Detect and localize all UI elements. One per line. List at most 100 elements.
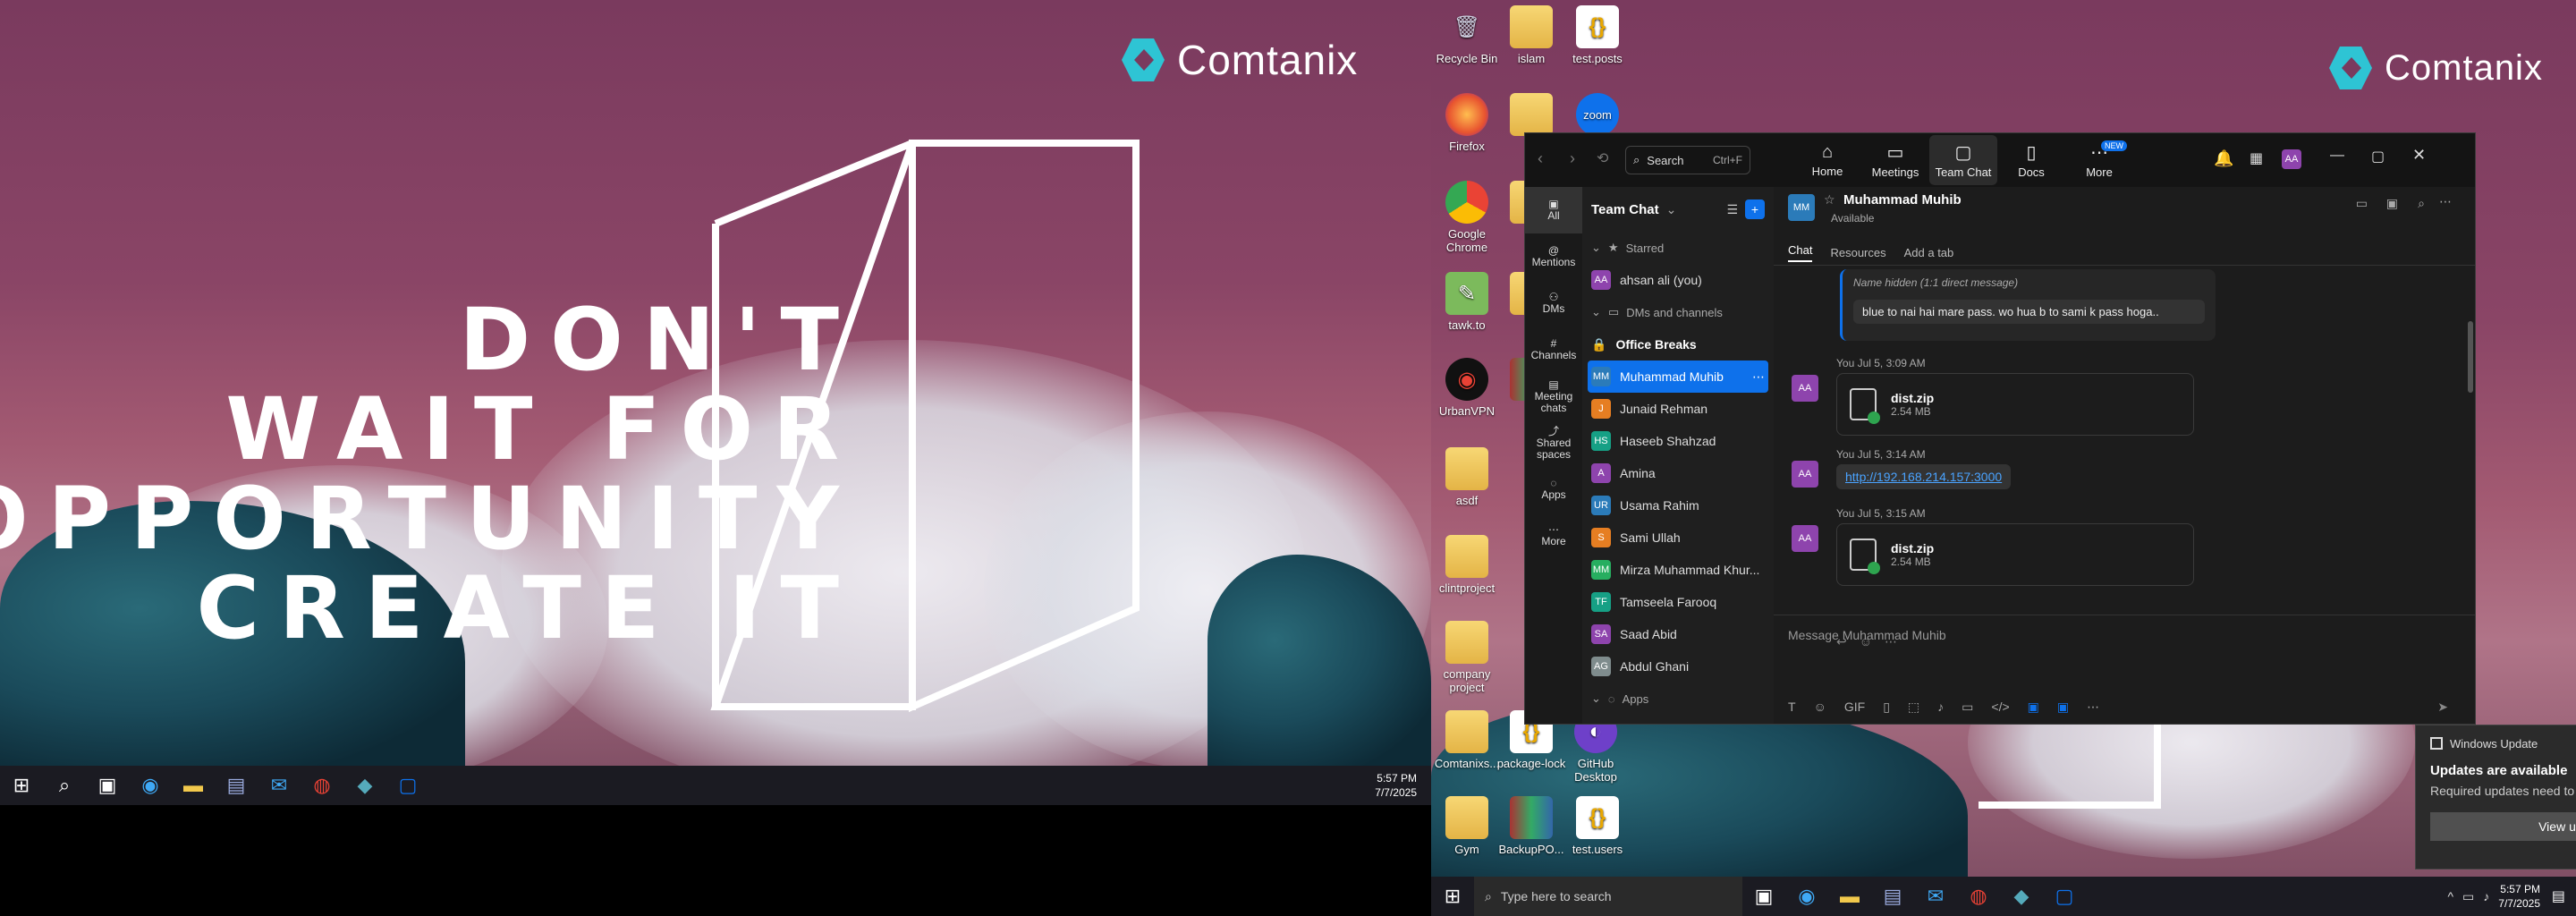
sidebar-item-contact[interactable]: MM Mirza Muhammad Khur... [1582,554,1774,586]
video-message-icon[interactable]: ▭ [1962,700,1973,715]
tab-chat[interactable]: Chat [1788,243,1813,262]
search-icon[interactable]: ⌕ [43,766,86,805]
nav-meetings[interactable]: ▭ Meetings [1861,135,1929,185]
desktop-icon-islam[interactable]: islam [1496,5,1567,65]
zoom-icon[interactable]: ▢ [2043,877,2086,916]
desktop-icon-company-project[interactable]: company project [1431,621,1503,694]
chat-scrollbar[interactable] [2468,321,2473,393]
desktop-icon-firefox[interactable]: Firefox [1431,93,1503,153]
emoji-icon[interactable]: ☺ [1814,700,1826,715]
desktop-icon-chrome[interactable]: Google Chrome [1431,181,1503,254]
maximize-icon[interactable]: ▢ [2371,148,2385,165]
close-icon[interactable]: ✕ [2412,146,2426,165]
more-options-icon[interactable]: ⋯ [2439,194,2452,209]
sidebar-item-contact[interactable]: TF Tamseela Farooq [1582,586,1774,618]
desktop-icon-test-posts[interactable]: {} test.posts [1562,5,1633,65]
forward-icon[interactable]: › [1570,149,1575,168]
tab-resources[interactable]: Resources [1830,246,1885,259]
desktop-icon-clintproject[interactable]: clintproject [1431,535,1503,595]
sidebar-item-contact[interactable]: SA Saad Abid [1582,618,1774,650]
sidebar-item-channel[interactable]: 🔒 Office Breaks [1582,328,1774,360]
app-icon[interactable]: ◆ [2000,877,2043,916]
sidebar-item-contact[interactable]: S Sami Ullah [1582,522,1774,554]
nav-team-chat[interactable]: ▢ Team Chat [1929,135,1997,185]
more-icon[interactable]: ⋯ [2087,700,2099,715]
app-icon[interactable]: ◆ [343,766,386,805]
sidebar-item-contact[interactable]: UR Usama Rahim [1582,489,1774,522]
format-icon[interactable]: T [1788,700,1796,715]
search-box[interactable]: ⌕ Search Ctrl+F [1625,146,1750,174]
edge-icon[interactable]: ◉ [1785,877,1828,916]
gif-icon[interactable]: GIF [1844,700,1865,715]
more-options-icon[interactable]: ⋯ [1752,369,1765,385]
history-icon[interactable]: ⟲ [1597,149,1608,167]
sidebar-item-contact[interactable]: MM Muhammad Muhib ⋯ [1588,360,1768,393]
desktop-icon-tawk[interactable]: ✎ tawk.to [1431,272,1503,332]
filter-icon[interactable]: ☰ [1726,202,1738,217]
rail-channels[interactable]: # Channels [1525,327,1582,373]
taskbar-search[interactable]: ⌕ Type here to search [1474,877,1742,916]
app-icon[interactable]: ▣ [2057,700,2069,715]
contact-name[interactable]: Muhammad Muhib [1843,192,1962,208]
system-clock[interactable]: 5:57 PM 7/7/2025 [2498,882,2540,911]
system-clock[interactable]: 5:57 PM 7/7/2025 [1375,771,1417,800]
file-attachment[interactable]: dist.zip 2.54 MB [1836,373,2194,436]
screenshot-icon[interactable]: ⬚ [1908,700,1919,715]
back-icon[interactable]: ‹ [1538,149,1543,168]
chevron-up-icon[interactable]: ^ [2447,889,2453,904]
sidebar-item-contact[interactable]: HS Haseeb Shahzad [1582,425,1774,457]
sidebar-item-contact[interactable]: J Junaid Rehman [1582,393,1774,425]
chrome-icon[interactable]: ◍ [301,766,343,805]
layout-icon[interactable]: ▦ [2250,149,2263,167]
file-attachment[interactable]: dist.zip 2.54 MB [1836,523,2194,586]
mail-icon[interactable]: ✉ [258,766,301,805]
store-icon[interactable]: ▤ [1871,877,1914,916]
sidebar-item-self[interactable]: AA ahsan ali (you) [1582,264,1774,296]
chrome-icon[interactable]: ◍ [1957,877,2000,916]
desktop-icon-recycle-bin[interactable]: 🗑 Recycle Bin [1431,5,1503,66]
edge-icon[interactable]: ◉ [129,766,172,805]
volume-icon[interactable]: ♪ [2483,889,2489,904]
mic-icon[interactable]: ♪ [1937,700,1944,715]
message-input[interactable]: Message Muhammad Muhib [1774,615,2475,655]
screen-share-icon[interactable]: ▣ [2386,196,2398,211]
rail-shared-spaces[interactable]: ⤴ Shared spaces [1525,420,1582,466]
video-icon[interactable]: ▭ [2356,196,2368,211]
desktop-icon-asdf[interactable]: asdf [1431,447,1503,507]
desktop-icon-urbanvpn[interactable]: ◉ UrbanVPN [1431,358,1503,418]
desktop-icon-test-users[interactable]: {} test.users [1562,796,1633,856]
notifications-icon[interactable]: ▤ [2552,887,2565,905]
code-icon[interactable]: </> [1991,700,2009,715]
network-icon[interactable]: ▭ [2462,889,2474,904]
view-updates-button[interactable]: View updates [2430,812,2576,841]
sidebar-title[interactable]: Team Chat [1591,202,1659,217]
start-icon[interactable]: ⊞ [0,766,43,805]
nav-more[interactable]: NEW ⋯ More [2065,135,2133,185]
section-starred[interactable]: ⌄ ★ Starred [1582,232,1774,264]
start-icon[interactable]: ⊞ [1431,877,1474,916]
tab-add[interactable]: Add a tab [1904,246,1954,259]
desktop-icon-comtanixs[interactable]: Comtanixs... [1431,710,1503,770]
rail-all[interactable]: ▣ All [1525,187,1582,233]
rail-meeting-chats[interactable]: ▤ Meeting chats [1525,373,1582,420]
desktop-icon-backup[interactable]: BackupPO... [1496,796,1567,856]
zoom-icon[interactable]: ▢ [386,766,429,805]
sidebar-item-contact[interactable]: A Amina [1582,457,1774,489]
task-view-icon[interactable]: ▣ [1742,877,1785,916]
attach-file-icon[interactable]: ▯ [1883,700,1890,715]
nav-home[interactable]: ⌂ Home [1793,135,1861,185]
rail-more[interactable]: ⋯ More [1525,513,1582,559]
send-icon[interactable]: ➤ [2437,700,2448,715]
new-chat-button[interactable]: + [1745,199,1765,219]
sidebar-item-contact[interactable]: AG Abdul Ghani [1582,650,1774,683]
rail-mentions[interactable]: @ Mentions [1525,233,1582,280]
search-icon[interactable]: ⌕ [2418,196,2425,211]
section-apps[interactable]: ⌄ ◌ Apps [1582,683,1774,715]
minimize-icon[interactable]: — [2330,148,2344,164]
profile-avatar[interactable]: AA [2282,149,2301,169]
app-icon[interactable]: ▣ [2028,700,2039,715]
file-explorer-icon[interactable]: ▬ [1828,877,1871,916]
message-link-text[interactable]: http://192.168.214.157:3000 [1845,470,2002,484]
desktop-icon-gym[interactable]: Gym [1431,796,1503,856]
bell-icon[interactable]: 🔔 [2214,149,2233,168]
